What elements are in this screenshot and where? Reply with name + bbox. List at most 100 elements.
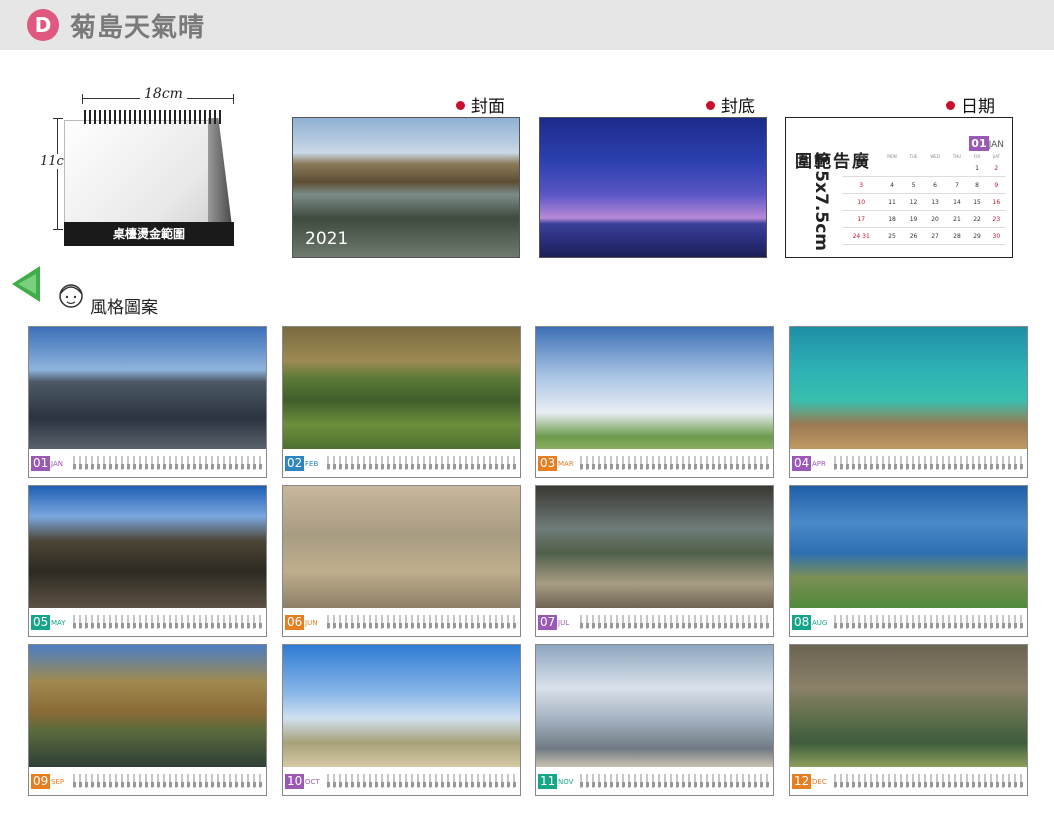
month-date-strip: 08 AUG [790, 611, 1027, 635]
month-name: JUL [558, 619, 570, 627]
mini-month-name: JAN [988, 140, 1004, 150]
month-number: 02 [285, 456, 305, 471]
mini-calendar: 01 JAN SUN MON TUE WED THU FRI SAT 1 2 3 4 5 6 7 8 9 10 1… [842, 136, 1006, 252]
month-card: 07 JUL [535, 485, 774, 637]
red-dot-icon [946, 101, 955, 110]
day-numbers-row [834, 615, 1024, 629]
calendar-day: 30 [986, 227, 1006, 245]
month-date-strip: 11 NOV [536, 770, 773, 794]
calendar-day: 22 [967, 210, 987, 228]
calendar-day: 2 [986, 160, 1006, 177]
cover-label: 封面 [456, 92, 505, 117]
day-numbers-row [327, 774, 517, 788]
style-section-label: 風格圖案 [10, 258, 190, 318]
twilight-sea-photo [540, 118, 766, 257]
month-number: 07 [538, 615, 558, 630]
month-date-strip: 10 OCT [283, 770, 520, 794]
month-number: 08 [792, 615, 812, 630]
day-numbers-row [834, 774, 1024, 788]
back-label: 封底 [706, 92, 755, 117]
calendar-week: 3456789 [842, 176, 1006, 194]
month-name: FEB [305, 460, 319, 468]
weekday-header: THU [952, 153, 962, 159]
calendar-day: 27 [923, 227, 947, 245]
mini-month-num: 01 [969, 136, 989, 151]
cover-year: 2021 [305, 229, 349, 249]
month-date-strip: 06 JUN [283, 611, 520, 635]
spiral-binding [84, 110, 224, 124]
calendar-day [880, 160, 904, 177]
calendar-day: 13 [923, 193, 947, 211]
calendar-day [923, 160, 947, 177]
month-name: OCT [305, 778, 320, 786]
month-card: 08 AUG [789, 485, 1028, 637]
calendar-day: 11 [880, 193, 904, 211]
month-name: SEP [51, 778, 65, 786]
style-section-title: 風格圖案 [90, 298, 158, 318]
month-date-strip: 02 FEB [283, 452, 520, 476]
calendar-day: 1 [967, 160, 987, 177]
desk-calendar-sketch: 18cm 11cm 桌檯燙金範圍 [40, 84, 250, 254]
day-numbers-row [834, 456, 1024, 470]
calendar-day: 19 [903, 210, 924, 228]
month-number: 05 [31, 615, 51, 630]
month-photo [283, 327, 520, 449]
calendar-day [946, 160, 968, 177]
height-dimension-line [53, 118, 63, 230]
weekday-header: TUE [909, 153, 918, 159]
calendar-day: 29 [967, 227, 987, 245]
mini-month: 01 JAN [969, 136, 1004, 151]
month-card: 12 DEC [789, 644, 1028, 796]
month-photo [790, 327, 1027, 449]
month-name: JUN [305, 619, 318, 627]
calendar-day [903, 160, 924, 177]
month-card: 10 OCT [282, 644, 521, 796]
calendar-day: 7 [946, 176, 968, 194]
month-name: APR [812, 460, 826, 468]
calendar-day [842, 160, 881, 177]
weekday-header: SAT [992, 153, 1001, 159]
month-name: MAR [558, 460, 574, 468]
month-number: 01 [31, 456, 51, 471]
calendar-week: 17 18 19 20 21 22 23 [842, 210, 1006, 228]
month-photo [29, 486, 266, 608]
day-numbers-row [580, 456, 770, 470]
back-cover-image [539, 117, 767, 258]
month-name: NOV [558, 778, 574, 786]
month-date-strip: 03 MAR [536, 452, 773, 476]
month-number: 12 [792, 774, 812, 789]
month-number: 04 [792, 456, 812, 471]
month-number: 11 [538, 774, 558, 789]
month-card: 04 APR [789, 326, 1028, 478]
back-label-text: 封底 [721, 97, 755, 117]
calendar-day: 25 [880, 227, 904, 245]
month-card: 03 MAR [535, 326, 774, 478]
calendar-day: 6 [923, 176, 947, 194]
month-date-strip: 01 JAN [29, 452, 266, 476]
red-dot-icon [456, 101, 465, 110]
day-numbers-row [580, 615, 770, 629]
month-name: AUG [812, 619, 828, 627]
month-card: 09 SEP [28, 644, 267, 796]
calendar-week: 10 11 12 13 14 15 16 [842, 193, 1006, 211]
calendar-day: 17 [842, 210, 881, 228]
header-bar: D 菊島天氣晴 [0, 0, 1054, 50]
month-date-strip: 04 APR [790, 452, 1027, 476]
weekday-header: FRI [973, 153, 981, 159]
date-label-text: 日期 [961, 97, 995, 117]
calendar-day: 18 [880, 210, 904, 228]
calendar-day: 26 [903, 227, 924, 245]
date-panel: 2.5x7.5cm 廣告範圍 01 JAN SUN MON TUE WED THU FRI S… [785, 117, 1013, 258]
weekday-header: MON [887, 153, 897, 159]
month-number: 06 [285, 615, 305, 630]
month-date-strip: 07 JUL [536, 611, 773, 635]
month-card: 11 NOV [535, 644, 774, 796]
day-numbers-row [73, 774, 263, 788]
month-date-strip: 05 MAY [29, 611, 266, 635]
weekday-header: SUN [856, 153, 866, 159]
month-card: 06 JUN [282, 485, 521, 637]
month-number: 03 [538, 456, 558, 471]
section-badge: D [27, 9, 59, 41]
date-label: 日期 [946, 92, 995, 117]
calendar-day: 15 [967, 193, 987, 211]
